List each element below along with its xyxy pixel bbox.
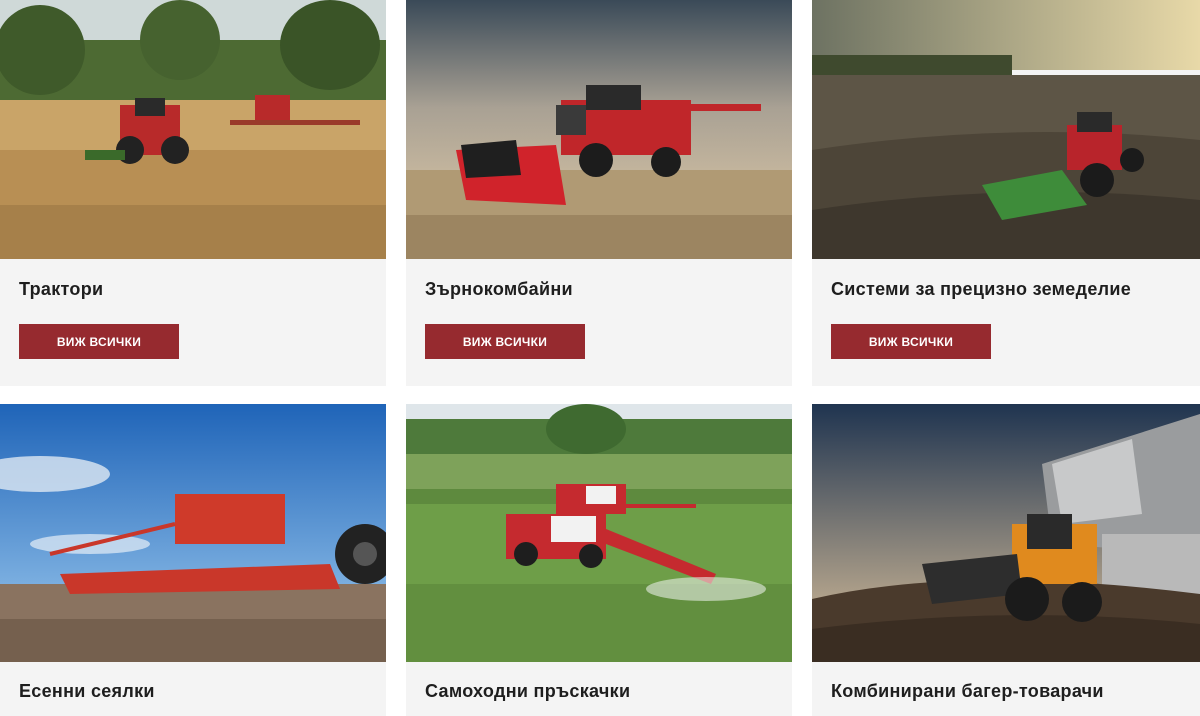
category-card-tractors[interactable]: Трактори ВИЖ ВСИЧКИ — [0, 0, 386, 386]
precision-farming-image[interactable] — [812, 0, 1200, 259]
category-card-combines[interactable]: Зърнокомбайни ВИЖ ВСИЧКИ — [406, 0, 792, 386]
category-card-self-propelled-sprayers[interactable]: Самоходни пръскачки — [406, 404, 792, 716]
sprayers-image[interactable] — [406, 404, 792, 662]
view-all-button[interactable]: ВИЖ ВСИЧКИ — [831, 324, 991, 359]
category-card-backhoe-loaders[interactable]: Комбинирани багер-товарачи — [812, 404, 1200, 716]
category-card-autumn-seeders[interactable]: Есенни сеялки — [0, 404, 386, 716]
tractors-image[interactable] — [0, 0, 386, 259]
category-title[interactable]: Есенни сеялки — [19, 681, 155, 702]
backhoe-loaders-image[interactable] — [812, 404, 1200, 662]
category-title[interactable]: Самоходни пръскачки — [425, 681, 630, 702]
view-all-button[interactable]: ВИЖ ВСИЧКИ — [425, 324, 585, 359]
category-title[interactable]: Системи за прецизно земеделие — [831, 279, 1131, 300]
category-title[interactable]: Комбинирани багер-товарачи — [831, 681, 1104, 702]
product-category-grid: Трактори ВИЖ ВСИЧКИ Зърнокомбайни ВИЖ ВС… — [0, 0, 1200, 716]
category-title[interactable]: Трактори — [19, 279, 103, 300]
combines-image[interactable] — [406, 0, 792, 259]
category-title[interactable]: Зърнокомбайни — [425, 279, 573, 300]
view-all-button[interactable]: ВИЖ ВСИЧКИ — [19, 324, 179, 359]
category-card-precision-farming[interactable]: Системи за прецизно земеделие ВИЖ ВСИЧКИ — [812, 0, 1200, 386]
autumn-seeders-image[interactable] — [0, 404, 386, 662]
